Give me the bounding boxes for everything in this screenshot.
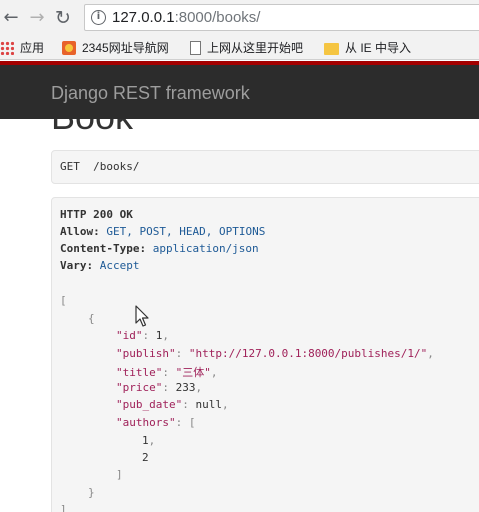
bookmark-label: 2345网址导航网 xyxy=(82,41,169,55)
bookmarks-bar: 应用 2345网址导航网 上网从这里开始吧 从 IE 中导入 xyxy=(0,36,479,60)
json-close-bracket: ] xyxy=(60,503,67,512)
address-bar[interactable]: i 127.0.0.1:8000/books/ xyxy=(84,4,479,31)
json-row: "price": 233, xyxy=(116,381,203,394)
mouse-cursor-icon xyxy=(135,305,149,327)
navbar-brand[interactable]: Django REST framework xyxy=(51,83,250,104)
json-array-item: 1, xyxy=(142,434,156,447)
browser-toolbar: ← → ↻ i 127.0.0.1:8000/books/ xyxy=(0,0,479,36)
json-close-array: ] xyxy=(116,468,123,481)
bookmark-apps[interactable]: 应用 xyxy=(0,39,44,57)
url-host: 127.0.0.1 xyxy=(112,9,175,26)
header-content-type: Content-Type: application/json xyxy=(60,242,259,255)
page-icon xyxy=(190,41,201,55)
request-info: GET /books/ xyxy=(51,150,479,184)
bookmark-start[interactable]: 上网从这里开始吧 xyxy=(190,39,303,57)
reload-icon[interactable]: ↻ xyxy=(52,6,74,30)
json-row: "publish": "http://127.0.0.1:8000/publis… xyxy=(116,347,434,360)
json-open-brace: { xyxy=(88,312,95,325)
response-info: HTTP 200 OK Allow: GET, POST, HEAD, OPTI… xyxy=(51,197,479,512)
bookmark-import-ie[interactable]: 从 IE 中导入 xyxy=(324,39,411,57)
drf-navbar: Django REST framework xyxy=(0,61,479,119)
bookmark-label: 上网从这里开始吧 xyxy=(207,41,304,55)
json-open-bracket: [ xyxy=(60,294,67,307)
info-icon[interactable]: i xyxy=(91,10,106,25)
header-vary: Vary: Accept xyxy=(60,259,140,272)
json-array-item: 2 xyxy=(142,451,149,464)
json-close-brace: } xyxy=(88,486,95,499)
back-icon[interactable]: ← xyxy=(0,6,22,30)
bookmark-label: 应用 xyxy=(20,41,45,55)
site-logo-icon xyxy=(62,41,76,55)
url-path: :8000/books/ xyxy=(174,9,261,26)
json-row: "authors": [ xyxy=(116,416,196,429)
header-allow: Allow: GET, POST, HEAD, OPTIONS xyxy=(60,225,266,238)
url-text[interactable]: 127.0.0.1:8000/books/ xyxy=(112,9,260,26)
folder-icon xyxy=(324,43,339,55)
json-row: "title": "三体", xyxy=(116,366,218,379)
forward-icon[interactable]: → xyxy=(26,6,48,30)
response-status: HTTP 200 OK xyxy=(60,208,133,221)
request-line: GET /books/ xyxy=(60,160,140,173)
apps-grid-icon xyxy=(0,41,14,55)
json-row: "pub_date": null, xyxy=(116,398,229,411)
bookmark-label: 从 IE 中导入 xyxy=(345,41,412,55)
json-row: "id": 1, xyxy=(116,329,169,342)
bookmark-2345[interactable]: 2345网址导航网 xyxy=(62,39,169,57)
